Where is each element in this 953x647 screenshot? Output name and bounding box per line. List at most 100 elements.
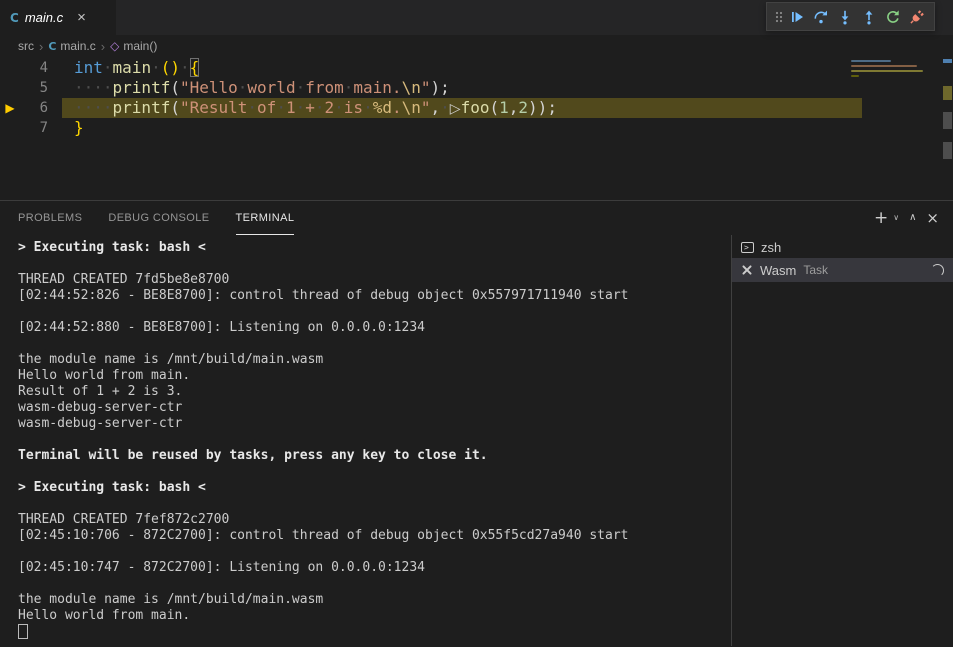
code-token: 1 [499, 98, 509, 117]
terminal-list: >zsh Wasm Task [732, 236, 953, 282]
code-line[interactable]: 4int·main·()·{ [0, 58, 953, 78]
code-token: ( [489, 98, 499, 117]
minimap[interactable] [851, 60, 939, 80]
maximize-panel-button[interactable]: ∧ [909, 213, 916, 223]
tab-bar: C main.c × [0, 0, 953, 35]
code-line[interactable]: 5····printf("Hello·world·from·main.\n"); [0, 78, 953, 98]
disconnect-icon [909, 9, 925, 25]
terminal-output[interactable]: > Executing task: bash < THREAD CREATED 7… [0, 235, 731, 646]
panel-body: > Executing task: bash < THREAD CREATED 7… [0, 235, 953, 646]
gutter-glyph-margin[interactable] [0, 118, 20, 138]
debug-current-line-arrow-icon[interactable]: ▶ [0, 98, 20, 118]
disconnect-button[interactable] [905, 5, 929, 29]
breadcrumb-item-main-symbol[interactable]: ◇ main() [110, 39, 157, 53]
breadcrumb-separator-icon: › [101, 39, 105, 54]
panel-tabs: PROBLEMS DEBUG CONSOLE TERMINAL [18, 201, 320, 235]
code-token: { [190, 58, 200, 77]
restart-button[interactable] [881, 5, 905, 29]
terminal-line: > Executing task: bash < [18, 240, 731, 256]
code-token: \n [402, 98, 421, 117]
code-token: \n [402, 78, 421, 97]
code-token: " [421, 98, 431, 117]
code-text[interactable]: int·main·()·{ [62, 58, 862, 78]
code-token: · [363, 98, 373, 117]
terminal-line: THREAD CREATED 7fd5be8e8700 [18, 272, 731, 288]
terminal-line: the module name is /mnt/build/main.wasm [18, 352, 731, 368]
terminal-line [18, 544, 731, 560]
continue-button[interactable] [785, 5, 809, 29]
minimap-line-mark [851, 75, 859, 77]
ruler-mark [943, 112, 952, 129]
code-text[interactable]: ····printf("Hello·world·from·main.\n"); [62, 78, 862, 98]
terminal-meta: Task [803, 263, 828, 277]
terminal-name: zsh [761, 240, 781, 255]
editor[interactable]: 4int·main·()·{5····printf("Hello·world·f… [0, 57, 953, 201]
inline-run-icon: ▷ [450, 101, 461, 117]
new-terminal-button[interactable]: + [874, 210, 888, 227]
panel-tab-problems[interactable]: PROBLEMS [18, 201, 82, 235]
code-token: · [247, 98, 257, 117]
panel-actions: + ∨ ∧ × [874, 201, 939, 235]
tab-close-icon[interactable]: × [77, 10, 86, 25]
terminal-list-item-zsh[interactable]: >zsh [732, 236, 953, 258]
terminal-cursor [18, 624, 28, 639]
code-token: } [74, 118, 84, 137]
code-token: 1 [286, 98, 296, 117]
panel-tab-debug-console[interactable]: DEBUG CONSOLE [108, 201, 209, 235]
overview-ruler[interactable] [941, 57, 953, 201]
minimap-line-mark [851, 65, 917, 67]
code-token: · [296, 98, 306, 117]
code-token: · [296, 78, 306, 97]
breadcrumb-item-main-c[interactable]: C main.c [48, 39, 95, 53]
line-number: 6 [20, 98, 48, 118]
terminal-line: Hello world from main. [18, 368, 731, 384]
terminal-sidebar: >zsh Wasm Task [731, 235, 953, 646]
tab-title: main.c [25, 10, 63, 25]
terminal-line: wasm-debug-server-ctr [18, 416, 731, 432]
code-token: · [180, 58, 190, 77]
code-token: ···· [74, 78, 113, 97]
tab-main-c[interactable]: C main.c × [0, 0, 117, 35]
step-into-icon [837, 9, 853, 25]
code-token: + [305, 98, 315, 117]
panel-tab-terminal[interactable]: TERMINAL [236, 201, 295, 235]
code-token: printf [113, 98, 171, 117]
code-token: "Hello [180, 78, 238, 97]
code-token: int [74, 58, 103, 77]
terminal-name: Wasm [760, 263, 796, 278]
code-token: %d [373, 98, 392, 117]
code-text[interactable]: ····printf("Result·of·1·+·2·is·%d.\n",·▷… [62, 98, 862, 118]
code-token: · [276, 98, 286, 117]
code-token: foo [461, 98, 490, 117]
step-out-button[interactable] [857, 5, 881, 29]
terminal-line: Result of 1 + 2 is 3. [18, 384, 731, 400]
terminal-list-item-wasm[interactable]: Wasm Task [732, 258, 953, 282]
minimap-line-mark [851, 70, 923, 72]
code-token: · [344, 78, 354, 97]
drag-handle-icon[interactable] [772, 5, 785, 29]
code-token: . [392, 98, 402, 117]
code-token: ( [170, 98, 180, 117]
step-over-button[interactable] [809, 5, 833, 29]
line-number: 4 [20, 58, 48, 78]
terminal-picker-dropdown-button[interactable]: ∨ [893, 214, 899, 222]
code-token: ···· [74, 98, 113, 117]
continue-icon [789, 9, 805, 25]
code-token: world [247, 78, 295, 97]
breadcrumb-label: src [18, 39, 34, 53]
c-file-icon: C [10, 11, 19, 25]
breadcrumb-item-src[interactable]: src [18, 39, 34, 53]
code-text[interactable]: } [62, 118, 862, 138]
terminal-line [18, 624, 731, 642]
code-line[interactable]: 7} [0, 118, 953, 138]
code-line[interactable]: ▶6····printf("Result·of·1·+·2·is·%d.\n",… [0, 98, 953, 118]
terminal-line: Hello world from main. [18, 608, 731, 624]
code-token: , [431, 98, 441, 117]
close-panel-button[interactable]: × [926, 211, 939, 226]
code-token: is [344, 98, 363, 117]
gutter-glyph-margin[interactable] [0, 58, 20, 78]
restart-icon [885, 9, 901, 25]
gutter-glyph-margin[interactable] [0, 78, 20, 98]
terminal-line: [02:44:52:880 - BE8E8700]: Listening on … [18, 320, 731, 336]
step-into-button[interactable] [833, 5, 857, 29]
